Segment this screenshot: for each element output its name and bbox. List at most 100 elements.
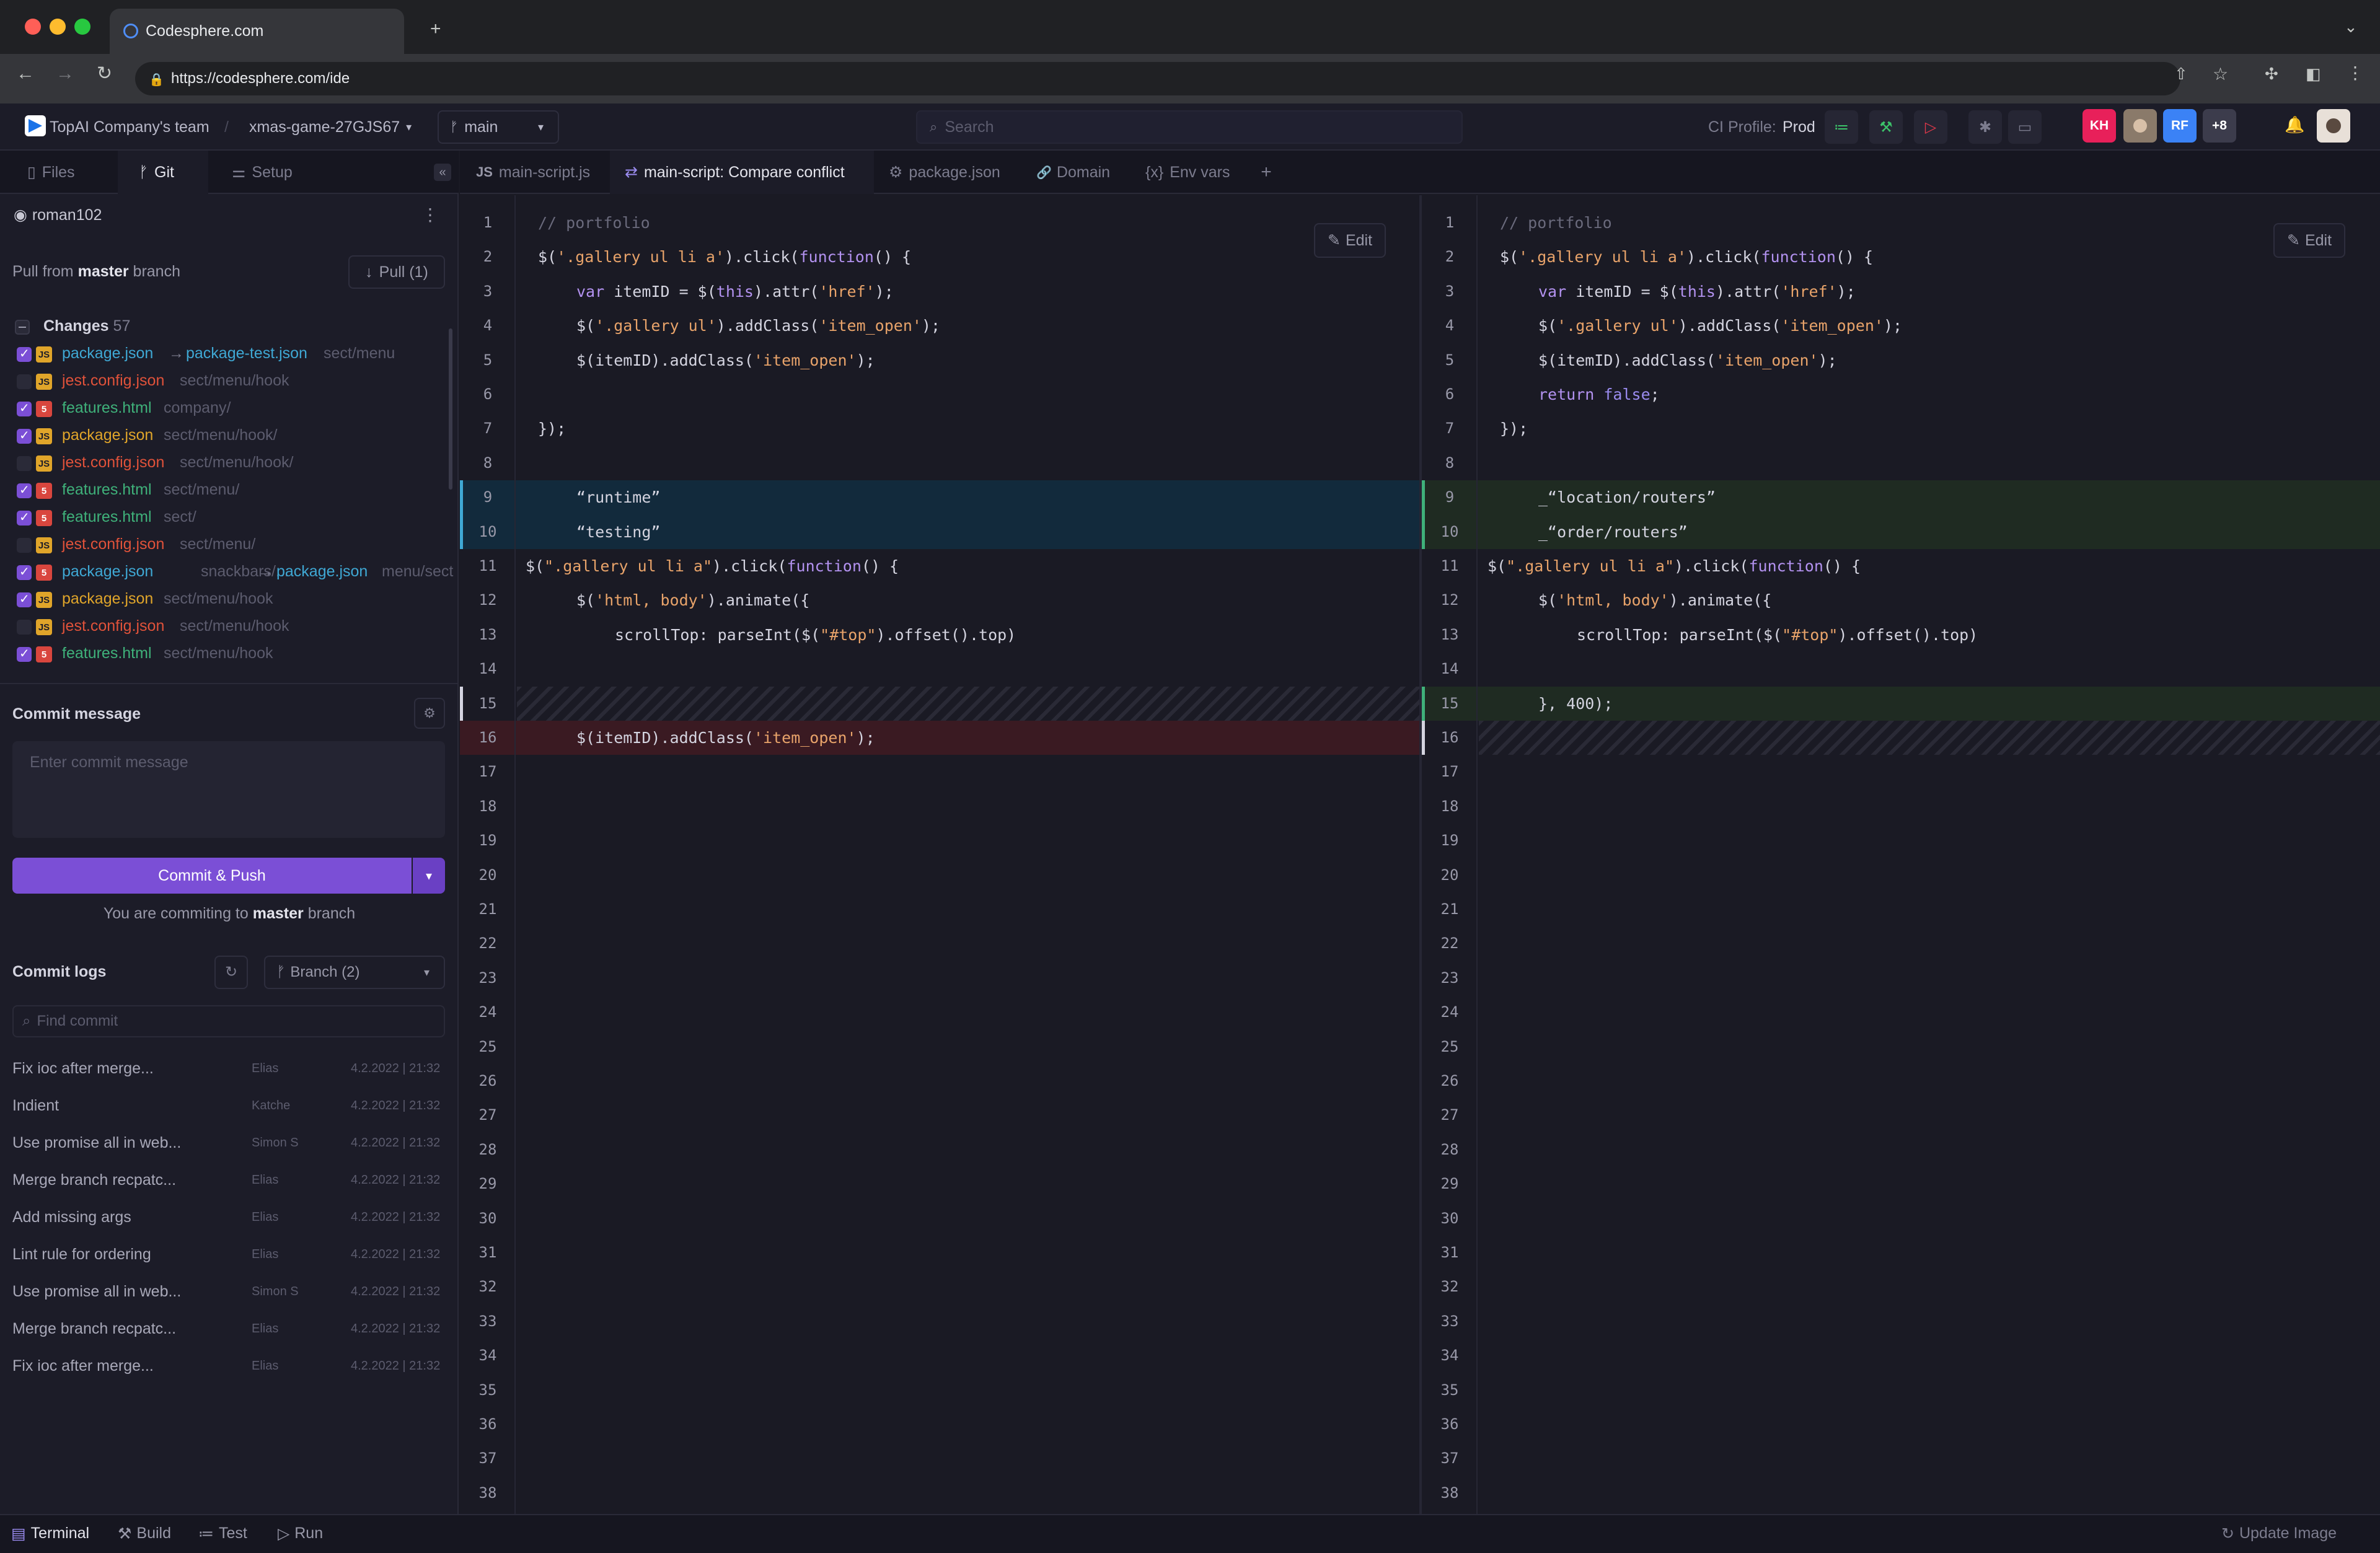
change-item[interactable]: 5 features.html sect/ [0,504,459,532]
tab-compare-conflict[interactable]: ⇄ main-script: Compare conflict [610,151,874,194]
change-checkbox[interactable] [17,564,32,580]
edit-button-right[interactable]: ✎ Edit [2273,223,2346,258]
branch-selector[interactable]: ᚠ main ▾ [438,110,559,144]
commit-log-row[interactable]: Fix ioc after merge... Elias 4.2.2022 | 21… [0,1050,459,1087]
change-item[interactable]: 5 features.html sect/menu/hook [0,641,459,668]
commit-log-message: Lint rule for ordering [12,1246,151,1263]
tab-test[interactable]: ≔ Test [198,1514,247,1553]
more-options-icon[interactable]: ⋮ [421,205,439,225]
change-checkbox[interactable] [17,374,32,389]
change-checkbox[interactable] [17,538,32,553]
commit-log-row[interactable]: Merge branch recpatc... Elias 4.2.2022 | 2… [0,1161,459,1199]
user-avatar[interactable] [2317,109,2350,143]
maximize-window-button[interactable] [74,19,90,35]
url-field[interactable]: 🔒 https://codesphere.com/ide [135,62,2180,95]
tab-setup[interactable]: ⚌ Setup [208,151,332,194]
change-item[interactable]: JS jest.config.json sect/menu/ [0,532,459,559]
tab-env-vars[interactable]: {x} Env vars [1130,151,1248,194]
tab-main-script[interactable]: JS main-script.js [460,151,610,194]
tab-git[interactable]: ᚠ Git [118,151,208,194]
ci-prepare-icon[interactable]: ≔ [1825,110,1858,144]
chevron-down-icon[interactable]: ⌄ [2344,19,2358,35]
ci-build-hammer-icon[interactable]: ⚒ [1869,110,1903,144]
search-input[interactable]: ⌕ Search [916,110,1463,144]
settings-gear-icon[interactable]: ⚙ [414,698,445,729]
avatar-photo[interactable] [2123,109,2157,143]
change-checkbox[interactable] [17,620,32,635]
change-checkbox[interactable] [17,482,32,498]
collapse-sidebar-icon[interactable]: « [434,164,451,181]
change-checkbox[interactable] [17,646,32,662]
bookmark-star-icon[interactable]: ☆ [2213,66,2228,83]
code-pane-left[interactable]: 1 2 3 4 5 6 7 8 9 10 11 12 13 14 15 16 17 18 19 20 21 22 23 24 2… [460,195,1419,1514]
preview-monitor-icon[interactable]: ▭ [2008,110,2042,144]
commit-push-button[interactable]: Commit & Push [12,858,412,894]
avatar-more[interactable]: +8 [2203,109,2236,143]
change-item[interactable]: 5package.jsonsnackbars/...→package.jsonm… [0,559,459,586]
commit-log-row[interactable]: Fix ioc after merge... Elias 4.2.2022 | 21… [0,1347,459,1384]
branch-filter-select[interactable]: ᚠ Branch (2) ▾ [264,956,445,989]
js-file-icon: JS [36,346,52,363]
debug-bug-icon[interactable]: ✱ [1968,110,2002,144]
commit-log-row[interactable]: Use promise all in web... Simon S 4.2.2022… [0,1273,459,1310]
tab-run[interactable]: ▷ Run [278,1514,323,1553]
line-number: 17 [478,763,497,781]
team-name[interactable]: TopAI Company's team [50,103,209,151]
code-line: return false; [1538,377,1660,411]
close-window-button[interactable] [25,19,41,35]
changes-toggle-checkbox[interactable] [15,320,30,335]
new-tab-icon[interactable]: + [430,20,441,38]
edit-button-left[interactable]: ✎ Edit [1314,223,1386,258]
code-token: $(itemID).addClass( [576,351,754,369]
change-checkbox[interactable] [17,346,32,362]
change-item[interactable]: 5 features.html company/ [0,395,459,423]
change-checkbox[interactable] [17,456,32,471]
code-token: '.gallery ul' [1557,317,1678,335]
add-tab-icon[interactable]: + [1251,151,1282,194]
browser-tab[interactable]: Codesphere.com [110,9,404,54]
commit-log-row[interactable]: Use promise all in web... Simon S 4.2.2022… [0,1124,459,1161]
tab-files[interactable]: ▯ Files [0,151,118,194]
change-checkbox[interactable] [17,591,32,607]
commit-options-chevron-icon[interactable]: ▾ [413,858,445,894]
commit-log-row[interactable]: Lint rule for ordering Elias 4.2.2022 | 21… [0,1236,459,1273]
change-item[interactable]: 5 features.html sect/menu/ [0,477,459,504]
change-item[interactable]: JS jest.config.json sect/menu/hook [0,614,459,641]
reload-icon[interactable]: ↻ [97,64,112,83]
ci-run-play-icon[interactable]: ▷ [1914,110,1947,144]
change-item[interactable]: JS jest.config.json sect/menu/hook/ [0,450,459,477]
change-checkbox[interactable] [17,400,32,416]
tab-package-json[interactable]: ⚙ package.json [874,151,1025,194]
change-item[interactable]: JS package.json →package-test.json sect/men… [0,341,459,368]
extensions-puzzle-icon[interactable]: ✣ [2265,66,2278,82]
code-pane-right[interactable]: 1 2 3 4 5 6 7 8 9 10 11 12 13 14 15 16 17 18 19 20 21 22 23 24 2… [1422,195,2380,1514]
pull-button[interactable]: ↓ Pull (1) [348,255,445,289]
change-item[interactable]: JS package.json sect/menu/hook/ [0,423,459,450]
avatar-kh[interactable]: KH [2082,109,2116,143]
change-checkbox[interactable] [17,428,32,444]
tab-build[interactable]: ⚒ Build [118,1514,171,1553]
browser-menu-icon[interactable]: ⋮ [2347,64,2364,82]
minimize-window-button[interactable] [50,19,66,35]
commit-log-row[interactable]: Merge branch recpatc... Elias 4.2.2022 | 2… [0,1310,459,1347]
tab-terminal[interactable]: ▤ Terminal [11,1514,89,1553]
ci-profile-value[interactable]: Prod [1783,103,1815,151]
refresh-icon[interactable]: ↻ [214,956,248,989]
change-item[interactable]: JS package.json sect/menu/hook [0,586,459,614]
commit-log-row[interactable]: Add missing args Elias 4.2.2022 | 21:32 [0,1199,459,1236]
sidepanel-icon[interactable]: ◧ [2306,66,2321,82]
changes-scrollbar[interactable] [449,328,452,490]
workspace-selector[interactable]: xmas-game-27GJS67 ▾ [249,103,412,151]
share-icon[interactable]: ⇧ [2174,66,2188,82]
update-image-button[interactable]: ↻ Update Image [2221,1514,2337,1553]
notifications-bell-icon[interactable]: 🔔 [2285,115,2304,134]
commit-log-row[interactable]: Indient Katche 4.2.2022 | 21:32 [0,1087,459,1124]
tab-domain[interactable]: 🔗 Domain [1025,151,1130,194]
back-icon[interactable]: ← [16,64,35,83]
find-commit-input[interactable]: ⌕ Find commit [12,1005,445,1037]
forward-icon[interactable]: → [56,64,74,83]
change-checkbox[interactable] [17,509,32,526]
change-item[interactable]: JS jest.config.json sect/menu/hook [0,368,459,395]
avatar-rf[interactable]: RF [2163,109,2197,143]
commit-message-input[interactable]: Enter commit message [12,741,445,838]
